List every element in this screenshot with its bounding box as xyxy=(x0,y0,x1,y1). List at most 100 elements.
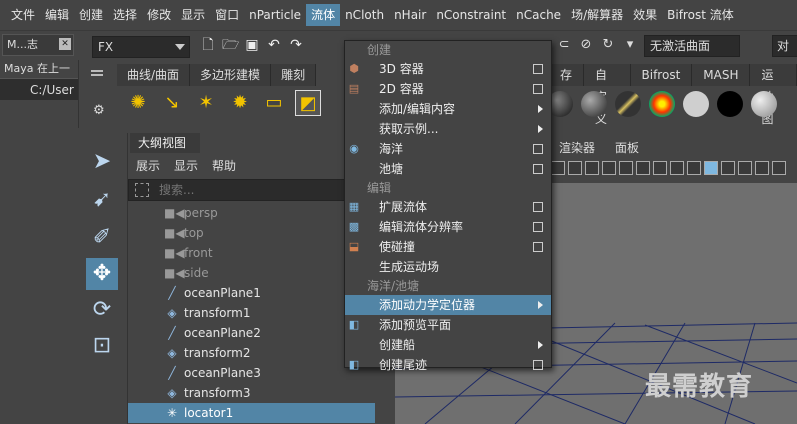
option-box-icon[interactable] xyxy=(533,202,543,212)
outliner-item-top[interactable]: ■◀ top xyxy=(128,223,375,243)
redo-icon[interactable]: ↷ xyxy=(288,37,304,53)
option-box-icon[interactable] xyxy=(533,242,543,252)
shelf-tab-bifrost[interactable]: Bifrost xyxy=(630,64,693,86)
open-folder-icon[interactable]: 🗁 xyxy=(222,37,239,53)
texture-icon[interactable] xyxy=(772,161,786,175)
menu-item-add-preview-plane[interactable]: ◧ 添加预览平面 xyxy=(345,315,551,335)
window-tab[interactable]: M...志 ✕ xyxy=(2,34,74,56)
menu-nhair[interactable]: nHair xyxy=(389,4,431,26)
resolution-gate-icon[interactable] xyxy=(585,161,599,175)
outliner-item-persp[interactable]: ■◀ persp xyxy=(128,203,375,223)
shelf-tab-motion-graphics[interactable]: 运动图 xyxy=(750,64,797,126)
text-icon[interactable] xyxy=(670,161,684,175)
menu-item-ocean[interactable]: ◉ 海洋 xyxy=(345,139,551,159)
lighting-icon[interactable] xyxy=(755,161,769,175)
volume-light-icon[interactable]: ◩ xyxy=(295,90,321,116)
gate-mask-icon[interactable] xyxy=(602,161,616,175)
viewport-menu-panels[interactable]: 面板 xyxy=(615,139,639,156)
shelf-tab-curves-surfaces[interactable]: 曲线/曲面 xyxy=(117,64,191,86)
symmetry-field[interactable]: 对 xyxy=(772,35,797,57)
menu-fields-solvers[interactable]: 场/解算器 xyxy=(566,4,628,26)
menu-item-pond[interactable]: 池塘 xyxy=(345,159,551,179)
menu-select[interactable]: 选择 xyxy=(108,4,142,26)
outliner-item-transform2[interactable]: ◈ transform2 xyxy=(128,343,375,363)
shelf-menu-icon[interactable] xyxy=(91,70,103,72)
menu-window[interactable]: 窗口 xyxy=(210,4,244,26)
outliner-menu-display[interactable]: 显示 xyxy=(174,157,198,174)
menu-fluids[interactable]: 流体 xyxy=(306,4,341,26)
menu-ncloth[interactable]: nCloth xyxy=(340,4,389,26)
outliner-item-oceanplane2[interactable]: ╱ oceanPlane2 xyxy=(128,323,375,343)
sphere-glossy-icon[interactable] xyxy=(581,91,607,117)
menu-item-create-wake[interactable]: ◧ 创建尾迹 xyxy=(345,355,551,375)
outliner-item-oceanplane3[interactable]: ╱ oceanPlane3 xyxy=(128,363,375,383)
lasso-tool-icon[interactable]: ➹ xyxy=(86,184,118,216)
wireframe-icon[interactable] xyxy=(687,161,701,175)
menu-item-get-example[interactable]: 获取示例... xyxy=(345,119,551,139)
menu-item-2d-container[interactable]: ▤ 2D 容器 xyxy=(345,79,551,99)
outliner-item-front[interactable]: ■◀ front xyxy=(128,243,375,263)
directional-light-icon[interactable]: ↘ xyxy=(159,90,185,116)
option-box-icon[interactable] xyxy=(533,64,543,74)
paint-select-tool-icon[interactable]: ✐ xyxy=(86,222,118,254)
outliner-item-transform3[interactable]: ◈ transform3 xyxy=(128,383,375,403)
sphere-rainbow-icon[interactable] xyxy=(649,91,675,117)
dropdown-icon[interactable]: ▾ xyxy=(622,37,638,53)
select-tool-icon[interactable]: ➤ xyxy=(86,146,118,178)
menu-bifrost[interactable]: Bifrost 流体 xyxy=(662,4,739,26)
snap-live-icon[interactable]: ⊘ xyxy=(578,37,594,53)
live-surface-field[interactable]: 无激活曲面 xyxy=(644,35,740,57)
menu-item-make-motion-field[interactable]: 生成运动场 xyxy=(345,257,551,277)
new-file-icon[interactable]: 🗋 xyxy=(200,37,216,53)
shelf-tab-mash[interactable]: MASH xyxy=(692,64,751,86)
menu-effects[interactable]: 效果 xyxy=(628,4,662,26)
shadow-icon[interactable] xyxy=(738,161,752,175)
sphere-light-icon[interactable] xyxy=(751,91,777,117)
menu-display[interactable]: 显示 xyxy=(176,4,210,26)
menu-file[interactable]: 文件 xyxy=(6,4,40,26)
shelf-tab-poly-modeling[interactable]: 多边形建模 xyxy=(190,64,272,86)
film-gate-icon[interactable] xyxy=(568,161,582,175)
menu-item-3d-container[interactable]: ⬢ 3D 容器 xyxy=(345,59,551,79)
outliner-item-side[interactable]: ■◀ side xyxy=(128,263,375,283)
viewport-menu-renderer[interactable]: 渲染器 xyxy=(559,139,595,156)
shelf-tab-custom[interactable]: 自定义 xyxy=(584,64,631,126)
option-box-icon[interactable] xyxy=(533,360,543,370)
menu-create[interactable]: 创建 xyxy=(74,4,108,26)
outliner-menu-help[interactable]: 帮助 xyxy=(212,157,236,174)
filter-icon[interactable] xyxy=(135,183,149,197)
menu-item-extend-fluid[interactable]: ▦ 扩展流体 xyxy=(345,197,551,217)
spot-light-icon[interactable]: ✹ xyxy=(227,90,253,116)
menu-edit[interactable]: 编辑 xyxy=(40,4,74,26)
ambient-light-icon[interactable]: ✺ xyxy=(125,90,151,116)
refresh-icon[interactable]: ↻ xyxy=(600,37,616,53)
shelf-tab-sculpting[interactable]: 雕刻 xyxy=(271,64,317,86)
shelf-tab-cut[interactable]: 存 xyxy=(549,64,585,86)
outliner-item-locator1[interactable]: ✳ locator1 xyxy=(128,403,375,423)
safe-action-icon[interactable] xyxy=(636,161,650,175)
menu-item-create-boat[interactable]: 创建船 xyxy=(345,335,551,355)
undo-icon[interactable]: ↶ xyxy=(266,37,282,53)
menu-item-add-edit-content[interactable]: 添加/编辑内容 xyxy=(345,99,551,119)
grid-icon[interactable] xyxy=(551,161,565,175)
menu-item-edit-fluid-resolution[interactable]: ▩ 编辑流体分辨率 xyxy=(345,217,551,237)
smooth-shade-icon[interactable] xyxy=(704,161,718,175)
outliner-search-input[interactable] xyxy=(159,182,359,198)
sphere-white-icon[interactable] xyxy=(683,91,709,117)
outliner-menu-show[interactable]: 展示 xyxy=(136,157,160,174)
point-light-icon[interactable]: ✶ xyxy=(193,90,219,116)
safe-title-icon[interactable] xyxy=(653,161,667,175)
gear-icon[interactable]: ⚙ xyxy=(93,103,105,118)
rotate-tool-icon[interactable]: ⟳ xyxy=(86,294,118,326)
option-box-icon[interactable] xyxy=(533,144,543,154)
area-light-icon[interactable]: ▭ xyxy=(261,90,287,116)
menu-set-select[interactable]: FX xyxy=(92,36,190,58)
option-box-icon[interactable] xyxy=(533,164,543,174)
option-box-icon[interactable] xyxy=(533,84,543,94)
menu-item-add-dynamic-locator[interactable]: 添加动力学定位器 xyxy=(345,295,551,315)
menu-nparticle[interactable]: nParticle xyxy=(244,4,306,26)
move-tool-icon[interactable]: ✥ xyxy=(86,258,118,290)
save-icon[interactable]: ▣ xyxy=(244,37,260,53)
field-chart-icon[interactable] xyxy=(619,161,633,175)
option-box-icon[interactable] xyxy=(533,222,543,232)
